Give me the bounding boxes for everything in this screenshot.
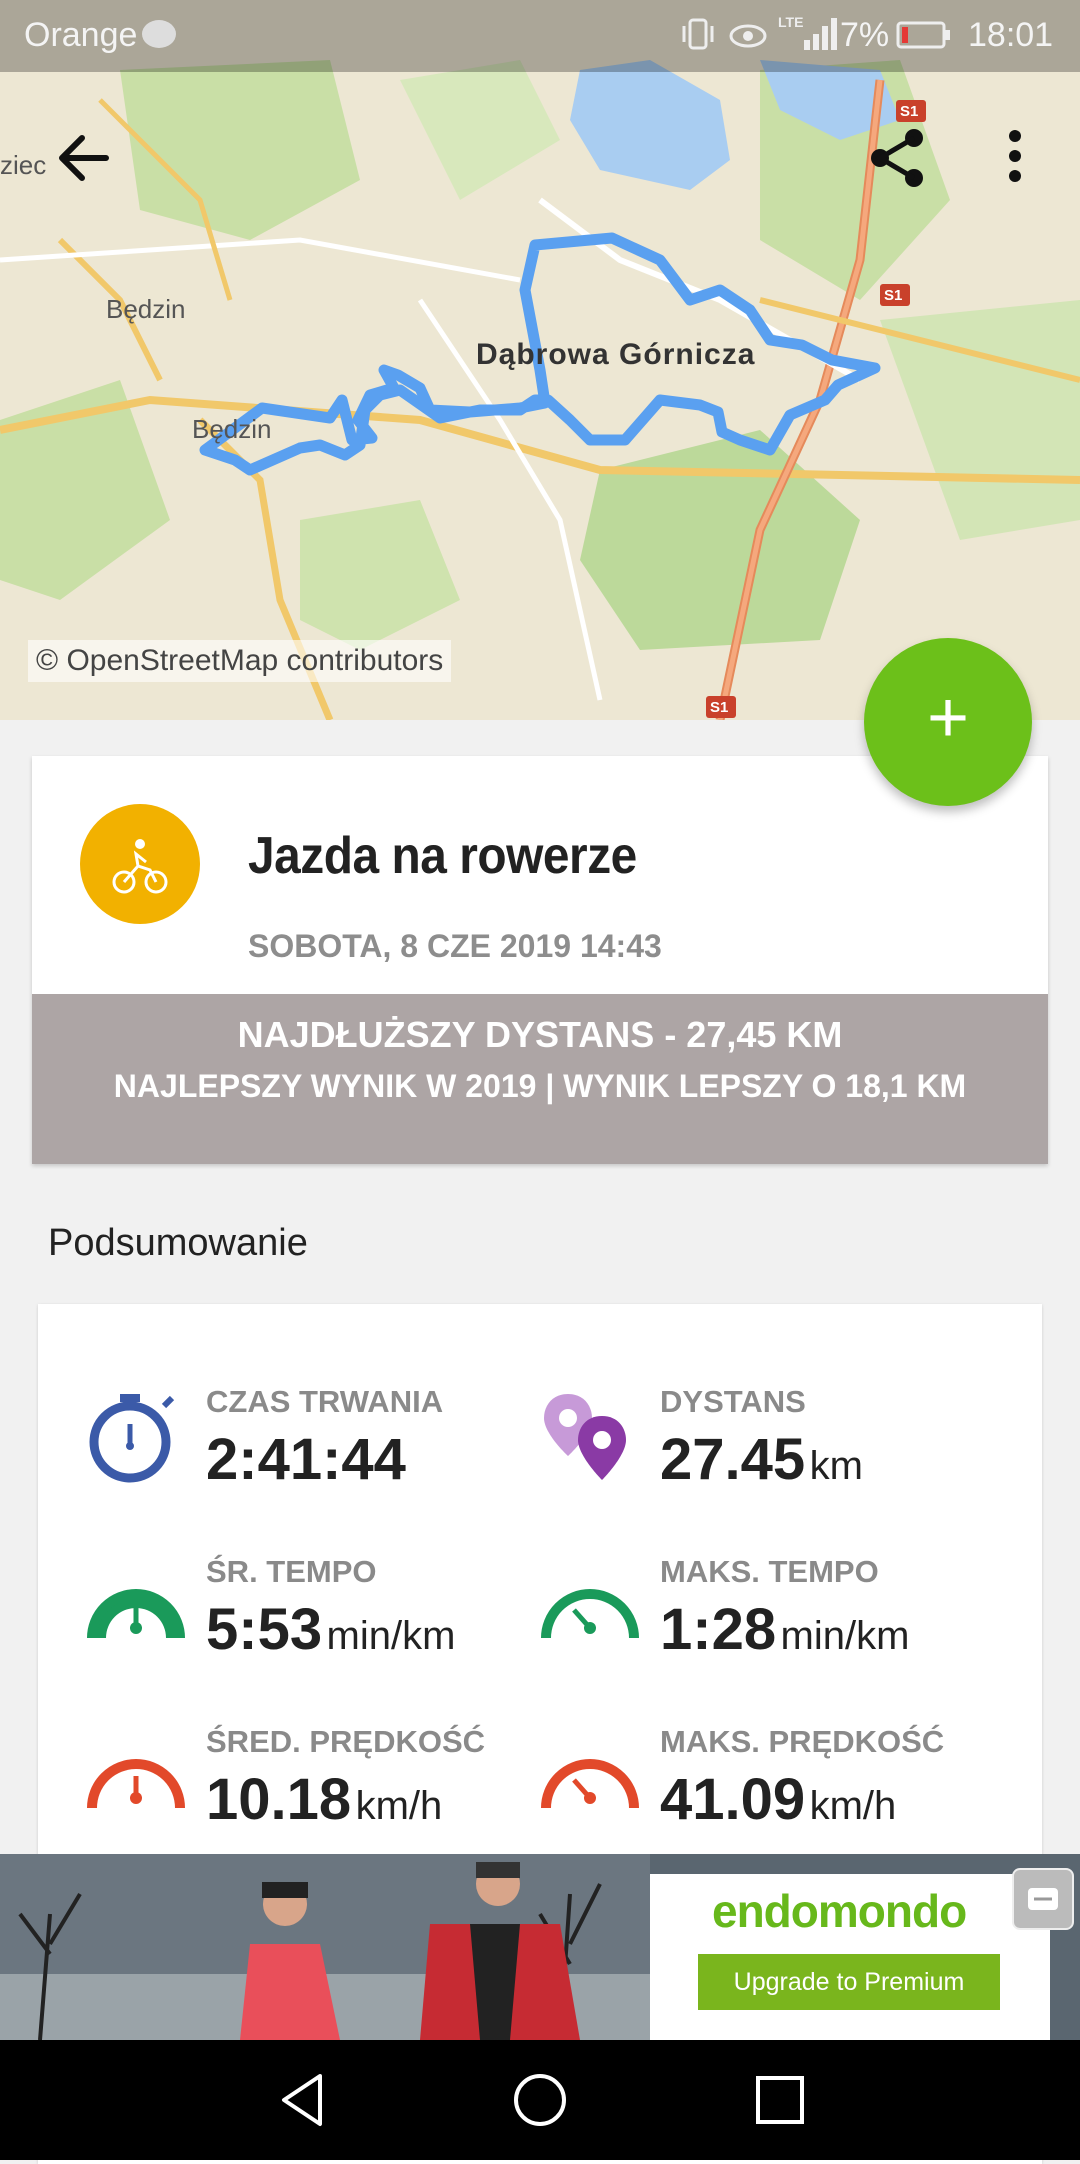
stat-value-row: 10.18 km/h: [206, 1766, 442, 1833]
carrier-label: Orange: [24, 16, 138, 54]
stopwatch-icon: [86, 1386, 186, 1486]
road-marker: S1: [884, 287, 903, 304]
gauge-icon: [540, 1566, 640, 1666]
speedometer-icon: [540, 1736, 640, 1836]
nav-recents-icon[interactable]: [748, 2068, 812, 2132]
stat-unit: km/h: [809, 1784, 897, 1828]
stat-value: 41.09: [660, 1767, 806, 1832]
workout-date: SOBOTA, 8 CZE 2019 14:43: [248, 928, 662, 964]
arrow-left-icon[interactable]: [52, 126, 116, 190]
stat-value: 27.45: [660, 1427, 806, 1492]
battery-percent: 7%: [840, 16, 890, 54]
record-detail: NAJLEPSZY WYNIK W 2019 | WYNIK LEPSZY O …: [113, 1068, 967, 1104]
speedometer-icon: [86, 1736, 186, 1836]
road-marker: S1: [710, 699, 729, 716]
map-city-label: Dąbrowa Górnicza: [476, 338, 756, 371]
clock: 18:01: [968, 16, 1054, 54]
stat-label: ŚRED. PRĘDKOŚĆ: [206, 1724, 486, 1759]
status-bar: Orange LTE 7% 18:01: [0, 0, 1080, 72]
workout-header-card: Jazda na rowerze SOBOTA, 8 CZE 2019 14:4…: [32, 756, 1048, 1164]
sport-title: Jazda na rowerze: [248, 827, 637, 885]
stat-label: DYSTANS: [660, 1384, 806, 1419]
map-town-label: Będzin: [106, 294, 186, 324]
signal-icon: [800, 16, 840, 52]
system-nav-bar: [0, 2040, 1080, 2160]
route-map[interactable]: Będzin Będzin ziec Dąbrowa Górnicza S1 S…: [0, 0, 1080, 720]
stat-unit: min/km: [326, 1614, 456, 1658]
stat-label: MAKS. PRĘDKOŚĆ: [660, 1724, 945, 1759]
stat-value: 5:53: [206, 1597, 323, 1662]
stat-value: 2:41:44: [206, 1427, 406, 1492]
ad-banner[interactable]: endomondo Upgrade to Premium: [0, 1854, 1080, 2040]
endomondo-logo: endomondo: [712, 1885, 967, 1937]
record-title: NAJDŁUŻSZY DYSTANS - 27,45 KM: [237, 1014, 843, 1055]
ad-badge-icon[interactable]: [1012, 1868, 1074, 1930]
stat-value-row: 1:28 min/km: [660, 1596, 909, 1663]
record-banner: NAJDŁUŻSZY DYSTANS - 27,45 KM NAJLEPSZY …: [32, 994, 1048, 1164]
nav-back-icon[interactable]: [272, 2068, 336, 2132]
stat-unit: km/h: [355, 1784, 443, 1828]
ad-cta-panel: endomondo Upgrade to Premium: [650, 1874, 1050, 2040]
nav-home-icon[interactable]: [508, 2068, 572, 2132]
cycling-icon: [80, 804, 200, 924]
stat-label: ŚR. TEMPO: [206, 1554, 377, 1589]
stat-value-row: 2:41:44: [206, 1426, 406, 1493]
stat-unit: min/km: [780, 1614, 910, 1658]
battery-icon: [896, 20, 952, 50]
stat-value-row: 41.09 km/h: [660, 1766, 896, 1833]
map-attribution[interactable]: © OpenStreetMap contributors: [28, 640, 452, 682]
stat-unit: km: [809, 1444, 863, 1488]
stat-label: MAKS. TEMPO: [660, 1554, 879, 1589]
vibrate-icon: [680, 16, 716, 52]
eye-comfort-icon: [728, 18, 768, 50]
add-button[interactable]: +: [864, 638, 1032, 806]
gauge-icon: [86, 1566, 186, 1666]
more-vert-icon[interactable]: [1000, 126, 1030, 190]
share-icon[interactable]: [866, 126, 930, 190]
summary-heading: Podsumowanie: [48, 1222, 308, 1264]
upgrade-premium-button[interactable]: Upgrade to Premium: [698, 1954, 1000, 2010]
map-edge-label: ziec: [0, 150, 47, 180]
stat-value-row: 27.45 km: [660, 1426, 863, 1493]
ad-image: [0, 1854, 650, 2040]
stat-label: CZAS TRWANIA: [206, 1384, 444, 1419]
map-pin-icon: [540, 1386, 640, 1486]
stat-value: 1:28: [660, 1597, 777, 1662]
road-marker: S1: [900, 103, 919, 120]
message-icon: [142, 20, 176, 48]
stat-value-row: 5:53 min/km: [206, 1596, 455, 1663]
stat-value: 10.18: [206, 1767, 352, 1832]
map-town-label: Będzin: [192, 414, 272, 444]
